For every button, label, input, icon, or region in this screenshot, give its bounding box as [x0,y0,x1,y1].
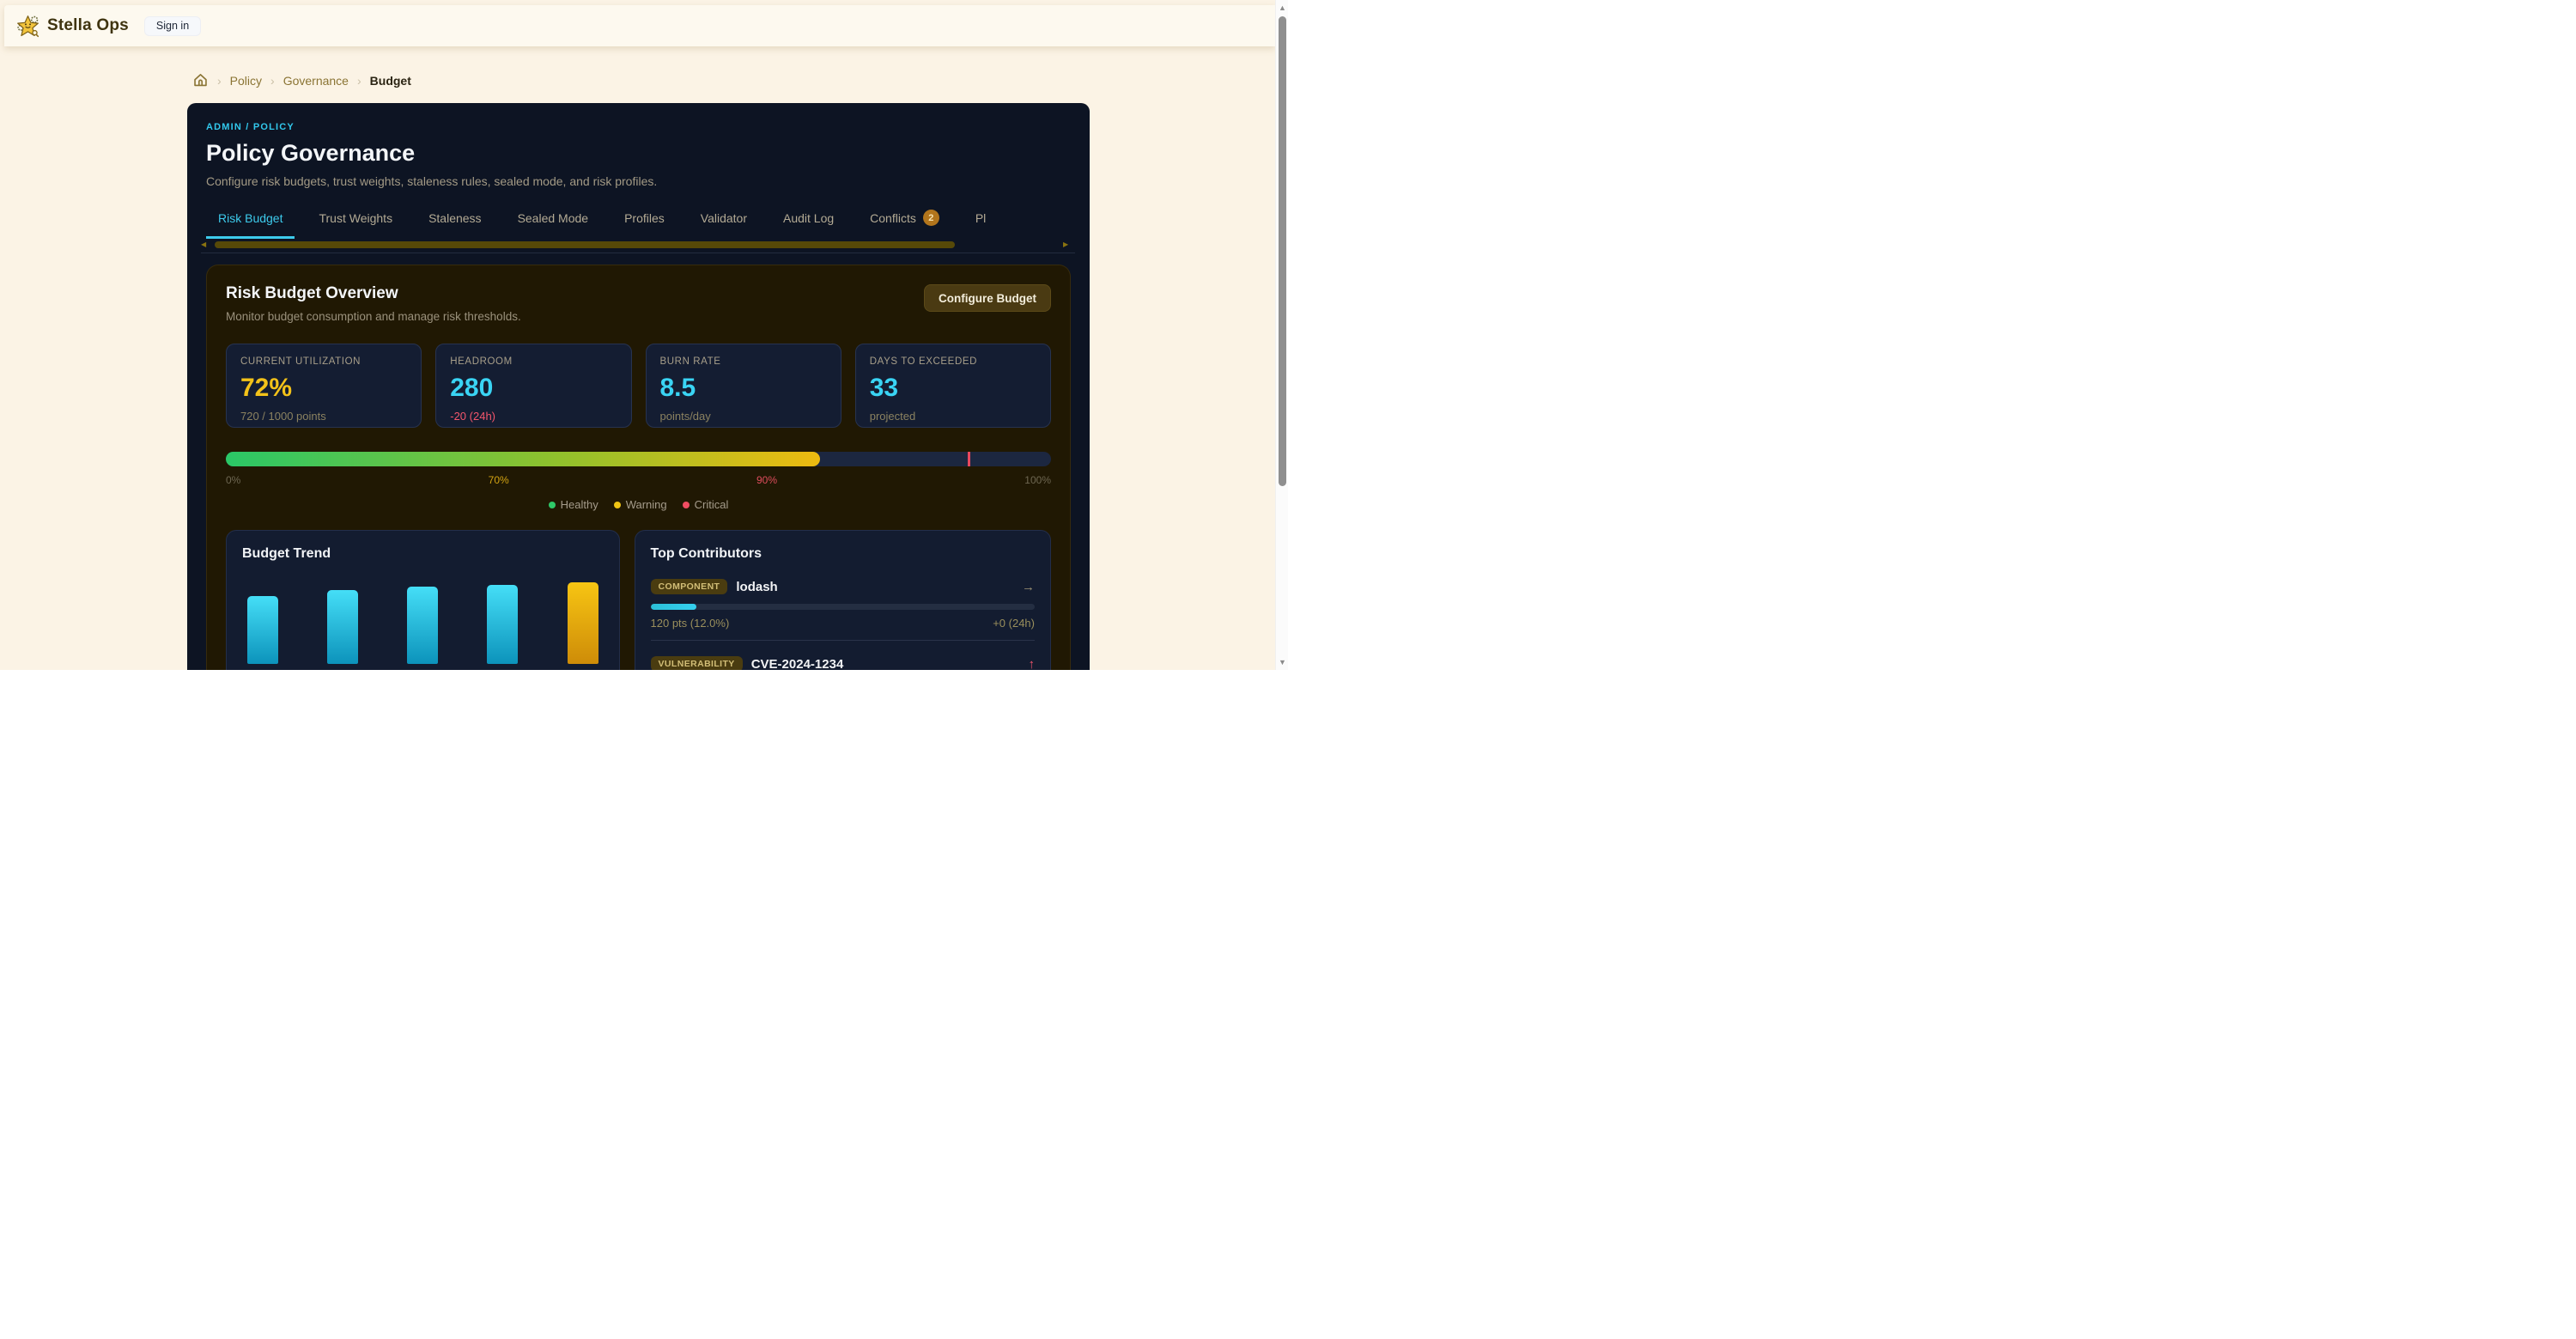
breadcrumb-separator-icon: › [357,74,361,88]
stat-sub: points/day [660,410,827,423]
stat-sub: -20 (24h) [450,410,617,423]
contributor-row[interactable]: VULNERABILITY CVE-2024-1234 ↑ 95 pts (9.… [651,651,1035,670]
contributor-name: lodash [736,580,777,594]
stat-burn-rate: BURN RATE 8.5 points/day [646,344,841,428]
tab-conflicts[interactable]: Conflicts 2 [858,202,951,239]
contribution-fill [651,604,697,610]
tabs-scrollbar-thumb[interactable] [215,241,955,248]
tabs-horizontal-scrollbar: ◀ ▶ [201,240,1075,249]
home-icon[interactable] [192,72,209,88]
tab-audit-log[interactable]: Audit Log [771,202,846,239]
overview-subtitle: Monitor budget consumption and manage ri… [226,310,521,323]
tab-trust-weights[interactable]: Trust Weights [307,202,404,239]
stat-current-utilization: CURRENT UTILIZATION 72% 720 / 1000 point… [226,344,422,428]
tab-truncated[interactable]: Pl [963,202,998,239]
contributor-name: CVE-2024-1234 [751,657,844,671]
stat-value: 33 [870,374,1036,403]
stat-cards: CURRENT UTILIZATION 72% 720 / 1000 point… [226,344,1051,428]
conflicts-count-badge: 2 [923,210,939,226]
type-badge: VULNERABILITY [651,656,743,670]
stat-value: 72% [240,374,407,403]
utilization-ticks: 0% 70% 90% 100% [226,474,1051,486]
trend-bar [407,587,438,664]
delta-label: +0 (24h) [993,617,1035,630]
contribution-track [651,604,1035,610]
tick-0: 0% [226,474,240,486]
tick-90: 90% [756,474,777,486]
brand[interactable]: Stella Ops [16,15,129,38]
tab-staleness[interactable]: Staleness [416,202,493,239]
budget-trend-title: Budget Trend [242,546,604,562]
stella-ops-logo-icon [16,15,39,38]
trend-bar [568,582,598,664]
page-title: Policy Governance [206,140,1071,167]
top-contributors-title: Top Contributors [651,546,1035,562]
breadcrumb-item-budget: Budget [370,74,411,88]
arrow-up-icon[interactable]: ↑ [1029,657,1036,671]
points-label: 120 pts (12.0%) [651,617,730,630]
trend-bar [327,590,358,664]
stat-value: 280 [450,374,617,403]
configure-budget-button[interactable]: Configure Budget [924,284,1051,312]
stat-sub: projected [870,410,1036,423]
scroll-up-icon[interactable]: ▲ [1276,2,1289,14]
breadcrumb-item-governance[interactable]: Governance [283,74,349,88]
sign-in-button[interactable]: Sign in [144,16,201,36]
arrow-right-icon[interactable]: → [1022,580,1035,594]
utilization-fill [226,452,820,466]
trend-bar [247,596,278,664]
critical-marker [968,452,970,466]
utilization-bar-section: 0% 70% 90% 100% Healthy Warning Critical [226,452,1051,511]
tick-100: 100% [1024,474,1051,486]
stat-days-to-exceeded: DAYS TO EXCEEDED 33 projected [855,344,1051,428]
policy-governance-card: ADMIN / POLICY Policy Governance Configu… [187,103,1090,670]
overview-title: Risk Budget Overview [226,284,521,303]
breadcrumb-separator-icon: › [217,74,222,88]
trend-bar [487,585,518,664]
top-bar: Stella Ops Sign in [4,5,1275,46]
browser-scrollbar-thumb[interactable] [1279,16,1286,486]
top-contributors-panel: Top Contributors COMPONENT lodash → 120 … [635,530,1051,670]
breadcrumb-item-policy[interactable]: Policy [230,74,262,88]
stat-headroom: HEADROOM 280 -20 (24h) [435,344,631,428]
tab-sealed-mode[interactable]: Sealed Mode [506,202,601,239]
tab-risk-budget[interactable]: Risk Budget [206,202,295,239]
breadcrumb: › Policy › Governance › Budget [192,72,411,88]
app-background: Stella Ops Sign in › Policy › Governance… [0,0,1275,670]
budget-trend-chart: 12/1 12/8 12/15 12/22 12/29 [242,583,604,670]
breadcrumb-separator-icon: › [270,74,275,88]
brand-name: Stella Ops [47,16,129,35]
row-divider [651,640,1035,641]
tab-validator[interactable]: Validator [689,202,759,239]
tabs-scroll-left-icon[interactable]: ◀ [201,240,206,249]
stat-sub: 720 / 1000 points [240,410,407,423]
stat-value: 8.5 [660,374,827,403]
risk-budget-overview-panel: Risk Budget Overview Monitor budget cons… [206,265,1071,670]
scroll-down-icon[interactable]: ▼ [1276,656,1289,668]
critical-dot-icon [683,502,690,508]
tab-bar: Risk Budget Trust Weights Staleness Seal… [206,202,1071,239]
page-subtitle: Configure risk budgets, trust weights, s… [206,174,1071,188]
tab-profiles[interactable]: Profiles [612,202,677,239]
type-badge: COMPONENT [651,579,728,594]
budget-trend-panel: Budget Trend 12/1 12/8 12/15 12/22 12/29 [226,530,620,670]
tabs-scroll-right-icon[interactable]: ▶ [1063,240,1068,249]
browser-scrollbar: ▲ ▼ [1275,0,1288,670]
contributor-row[interactable]: COMPONENT lodash → 120 pts (12.0%) +0 (2… [651,574,1035,630]
utilization-progress-bar [226,452,1051,466]
status-legend: Healthy Warning Critical [226,498,1051,511]
tick-70: 70% [489,474,509,486]
warning-dot-icon [614,502,621,508]
section-eyebrow: ADMIN / POLICY [206,122,1071,132]
healthy-dot-icon [549,502,556,508]
